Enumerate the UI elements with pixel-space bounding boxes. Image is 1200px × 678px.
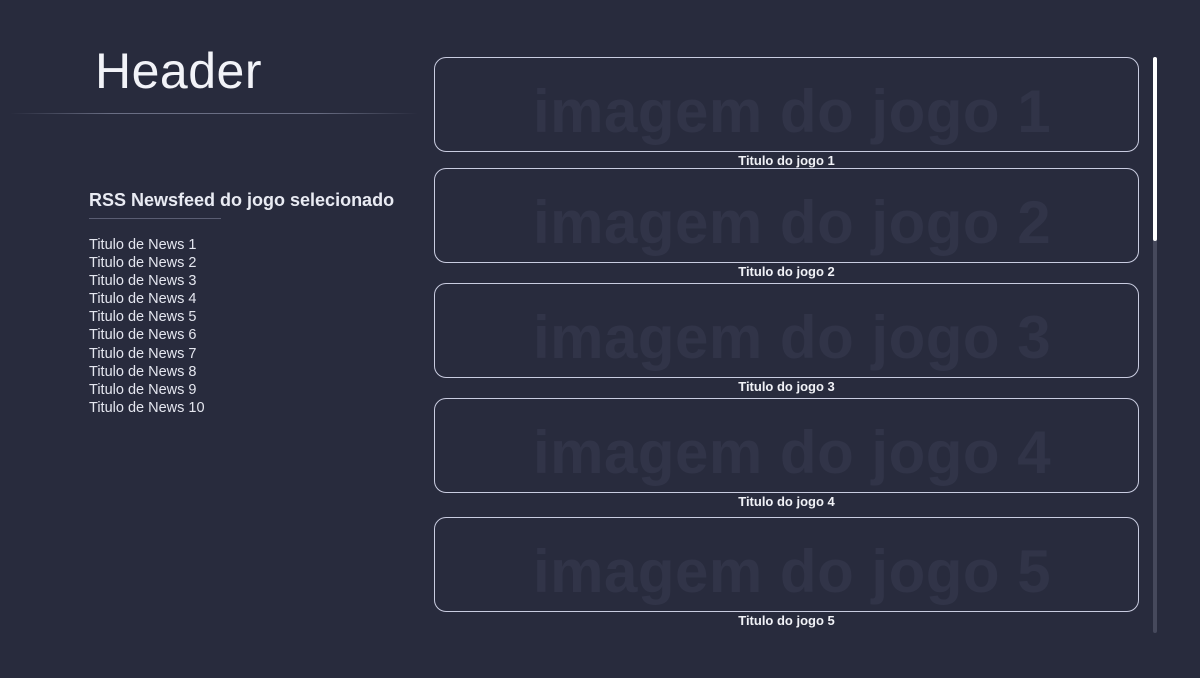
- header-divider: [10, 113, 418, 114]
- game-image-frame[interactable]: imagem do jogo 2: [434, 168, 1139, 263]
- game-title[interactable]: Titulo do jogo 3: [434, 379, 1139, 394]
- page: Header RSS Newsfeed do jogo selecionado …: [0, 0, 1200, 678]
- news-item[interactable]: Titulo de News 3: [89, 272, 205, 290]
- game-title[interactable]: Titulo do jogo 5: [434, 613, 1139, 628]
- game-card-5[interactable]: imagem do jogo 5 Titulo do jogo 5: [434, 517, 1139, 628]
- game-title[interactable]: Titulo do jogo 4: [434, 494, 1139, 509]
- news-item[interactable]: Titulo de News 7: [89, 345, 205, 363]
- game-title[interactable]: Titulo do jogo 2: [434, 264, 1139, 279]
- game-card-2[interactable]: imagem do jogo 2 Titulo do jogo 2: [434, 168, 1139, 279]
- scrollbar-track[interactable]: [1153, 57, 1157, 633]
- rss-divider: [89, 218, 221, 219]
- page-title: Header: [95, 43, 262, 99]
- scrollbar-thumb[interactable]: [1153, 57, 1157, 241]
- news-item[interactable]: Titulo de News 6: [89, 326, 205, 344]
- news-item[interactable]: Titulo de News 9: [89, 381, 205, 399]
- news-item[interactable]: Titulo de News 8: [89, 363, 205, 381]
- game-image-frame[interactable]: imagem do jogo 3: [434, 283, 1139, 378]
- news-item[interactable]: Titulo de News 2: [89, 254, 205, 272]
- game-card-4[interactable]: imagem do jogo 4 Titulo do jogo 4: [434, 398, 1139, 509]
- game-card-3[interactable]: imagem do jogo 3 Titulo do jogo 3: [434, 283, 1139, 394]
- game-image-placeholder: imagem do jogo 1: [533, 78, 1052, 145]
- game-image-frame[interactable]: imagem do jogo 4: [434, 398, 1139, 493]
- news-list: Titulo de News 1 Titulo de News 2 Titulo…: [89, 236, 205, 417]
- game-card-1[interactable]: imagem do jogo 1 Titulo do jogo 1: [434, 57, 1139, 168]
- game-image-placeholder: imagem do jogo 5: [533, 538, 1052, 605]
- game-image-placeholder: imagem do jogo 2: [533, 189, 1052, 256]
- news-item[interactable]: Titulo de News 4: [89, 290, 205, 308]
- rss-feed-title: RSS Newsfeed do jogo selecionado: [89, 190, 395, 210]
- game-image-placeholder: imagem do jogo 3: [533, 304, 1052, 371]
- news-item[interactable]: Titulo de News 10: [89, 399, 205, 417]
- game-title[interactable]: Titulo do jogo 1: [434, 153, 1139, 168]
- news-item[interactable]: Titulo de News 1: [89, 236, 205, 254]
- news-item[interactable]: Titulo de News 5: [89, 308, 205, 326]
- game-image-frame[interactable]: imagem do jogo 5: [434, 517, 1139, 612]
- game-image-frame[interactable]: imagem do jogo 1: [434, 57, 1139, 152]
- game-image-placeholder: imagem do jogo 4: [533, 419, 1052, 486]
